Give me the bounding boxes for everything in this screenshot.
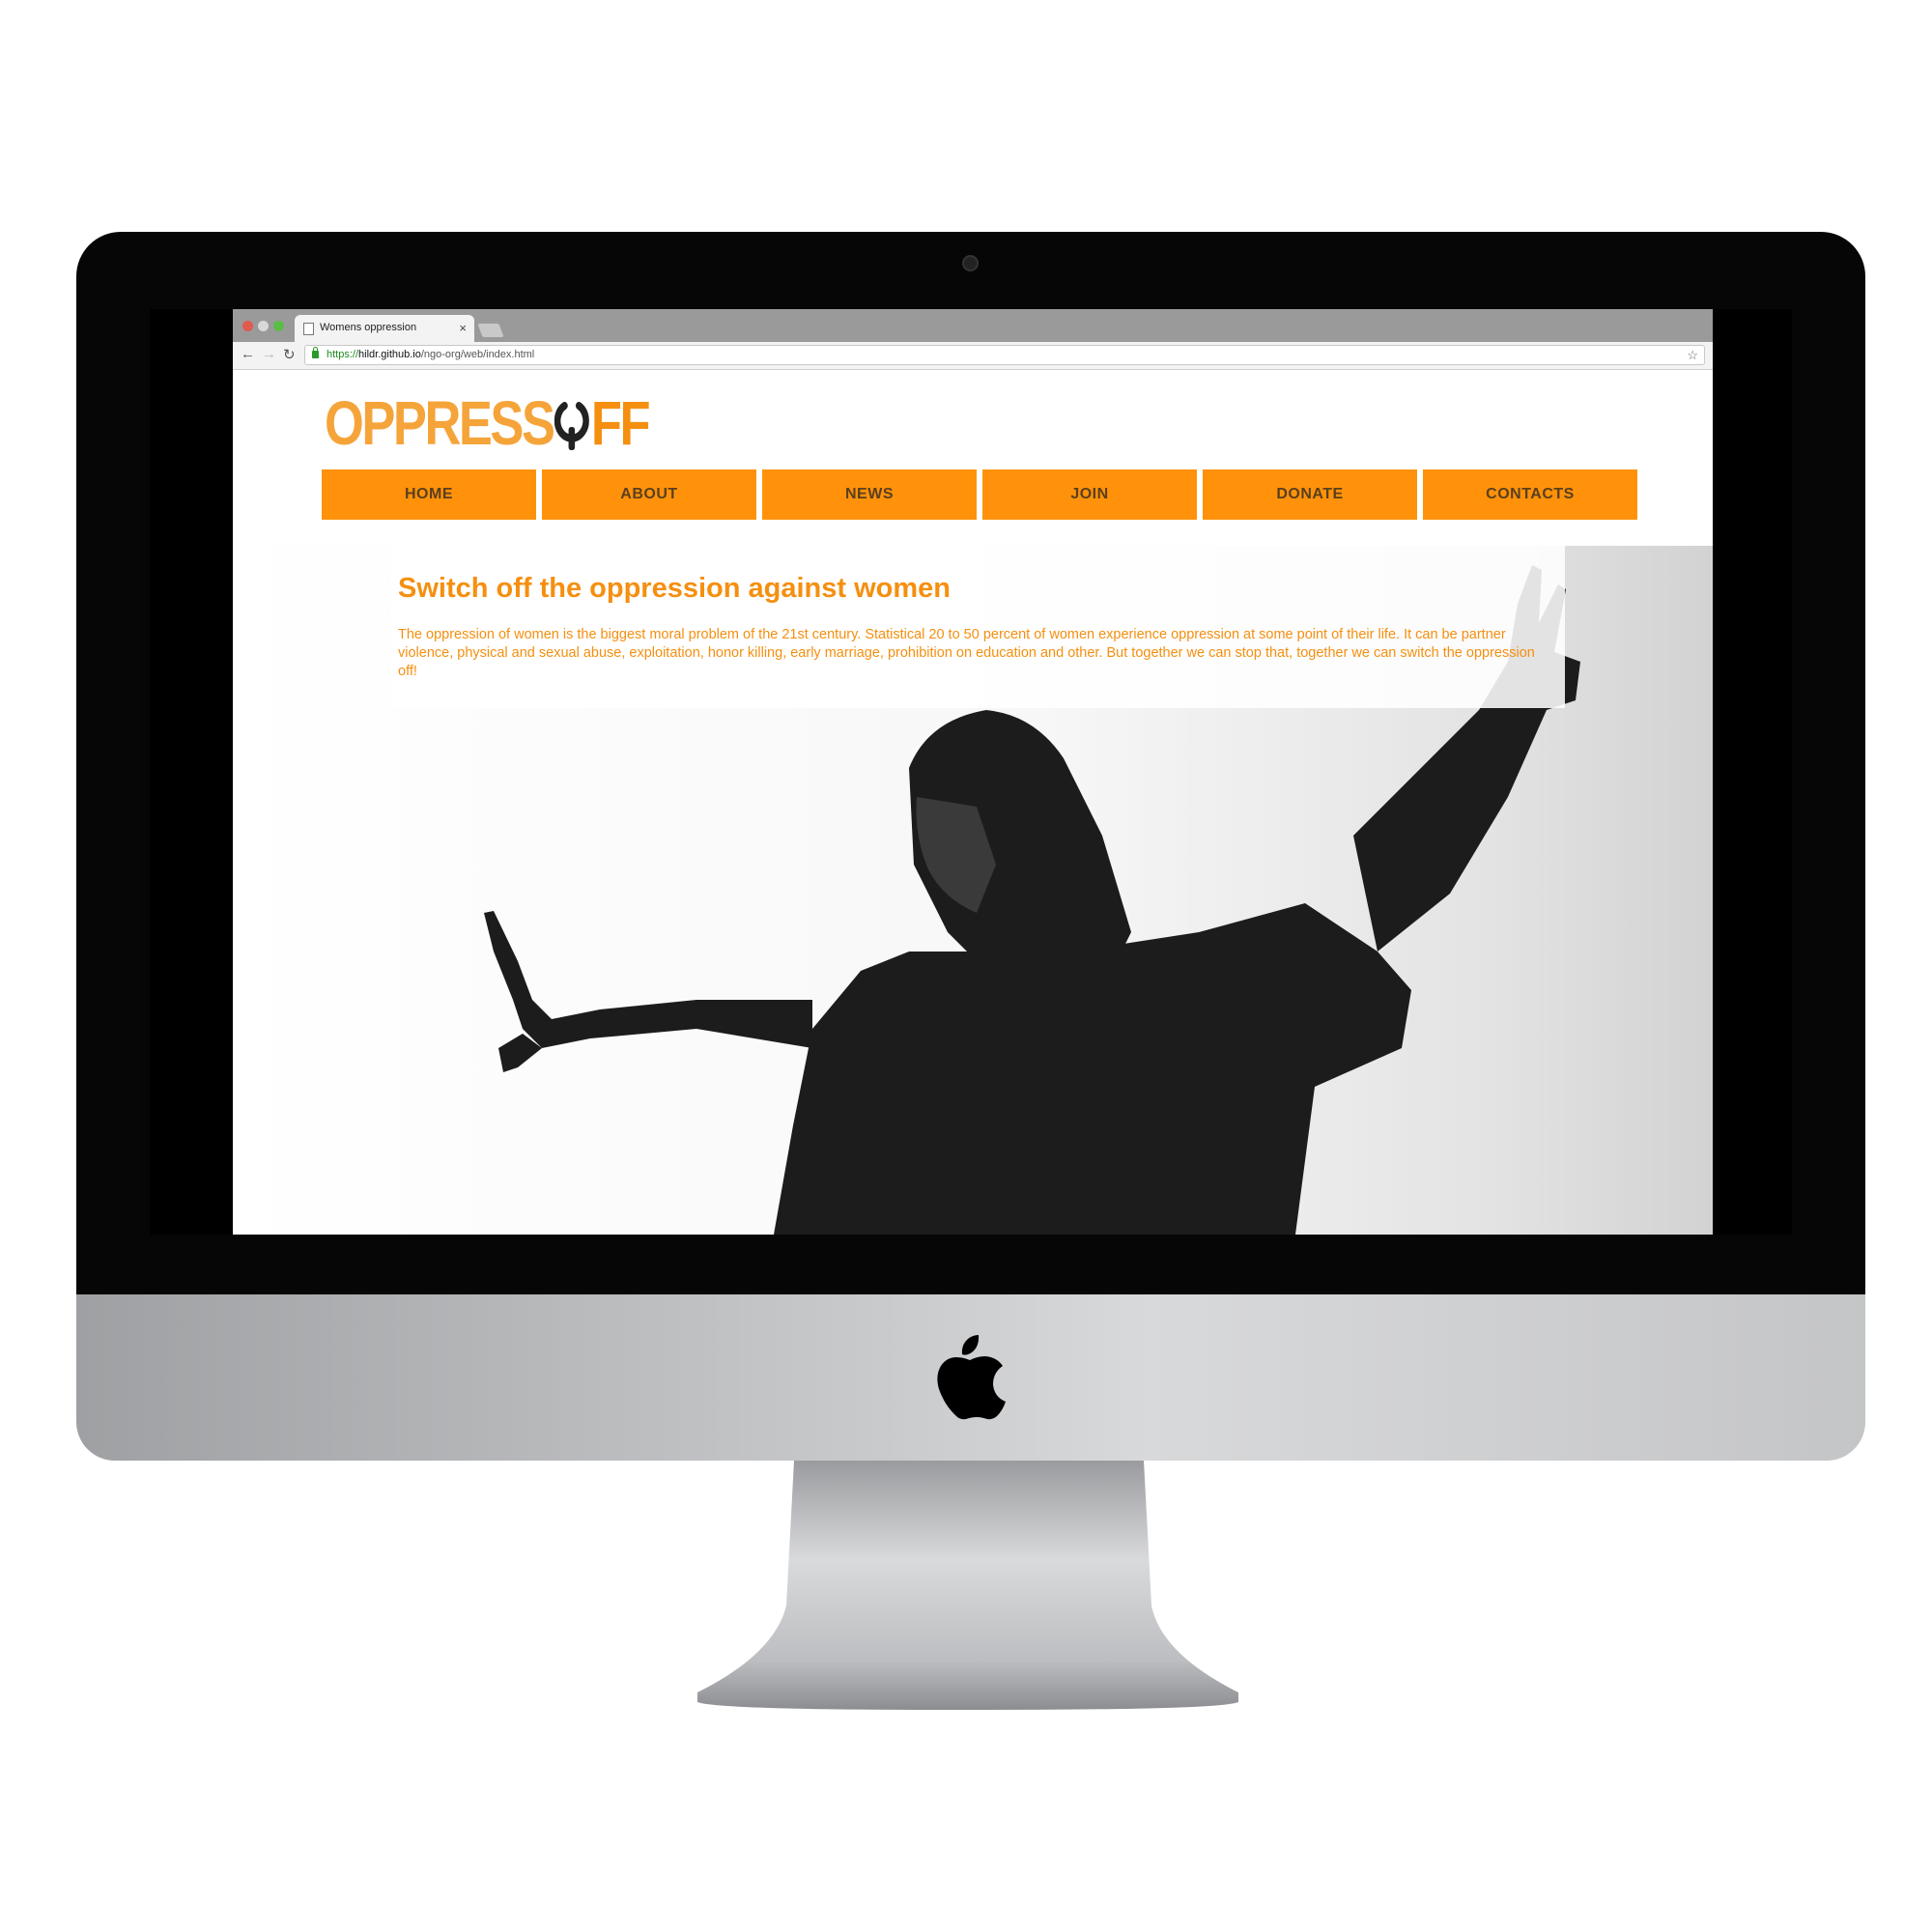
browser-window: Womens oppression × ← → ↻ https://hildr.…	[233, 309, 1713, 1235]
intro-box: Switch off the oppression against women …	[390, 546, 1565, 708]
maximize-window-button[interactable]	[273, 321, 284, 331]
logo-text-oppress: OPPRESS	[325, 388, 555, 458]
browser-tab-bar: Womens oppression ×	[233, 309, 1713, 342]
apple-logo-icon	[937, 1335, 1006, 1420]
camera-icon	[962, 255, 979, 271]
browser-tab[interactable]: Womens oppression ×	[295, 315, 474, 342]
reload-icon[interactable]: ↻	[283, 346, 296, 363]
forward-arrow-icon[interactable]: →	[262, 346, 276, 362]
browser-toolbar: ← → ↻ https://hildr.github.io/ngo-org/we…	[233, 342, 1713, 370]
hero-text: The oppression of women is the biggest m…	[398, 627, 1535, 679]
imac-screen: Womens oppression × ← → ↻ https://hildr.…	[150, 309, 1792, 1235]
menu-item-news[interactable]: NEWS	[762, 469, 977, 520]
hero-title: Switch off the oppression against women	[398, 573, 951, 604]
imac-stand	[697, 1461, 1238, 1710]
url-scheme: https://	[327, 349, 359, 360]
logo-text-off: FF	[590, 388, 651, 458]
menu-item-home[interactable]: HOME	[322, 469, 536, 520]
bookmark-star-icon[interactable]: ☆	[1687, 348, 1698, 363]
minimize-window-button[interactable]	[258, 321, 269, 331]
web-page: OPPRESS FF HOME ABOUT NEWS JOIN DONATE C…	[233, 370, 1713, 1235]
url-path: /ngo-org/web/index.html	[420, 349, 535, 360]
tab-close-icon[interactable]: ×	[459, 321, 467, 335]
new-tab-button[interactable]	[477, 324, 504, 337]
power-icon	[554, 394, 590, 452]
menu-item-donate[interactable]: DONATE	[1203, 469, 1417, 520]
back-arrow-icon[interactable]: ←	[241, 346, 255, 362]
main-menu: HOME ABOUT NEWS JOIN DONATE CONTACTS	[322, 469, 1637, 520]
menu-item-join[interactable]: JOIN	[982, 469, 1197, 520]
address-bar[interactable]: https://hildr.github.io/ngo-org/web/inde…	[304, 345, 1705, 365]
site-logo[interactable]: OPPRESS FF	[325, 388, 651, 458]
url-host: hildr.github.io	[358, 349, 421, 360]
hero-section: Switch off the oppression against women …	[233, 546, 1713, 1235]
menu-item-about[interactable]: ABOUT	[542, 469, 756, 520]
document-icon	[303, 323, 314, 335]
close-window-button[interactable]	[242, 321, 253, 331]
lock-icon	[312, 347, 319, 358]
menu-item-contacts[interactable]: CONTACTS	[1423, 469, 1637, 520]
tab-title: Womens oppression	[320, 322, 417, 333]
